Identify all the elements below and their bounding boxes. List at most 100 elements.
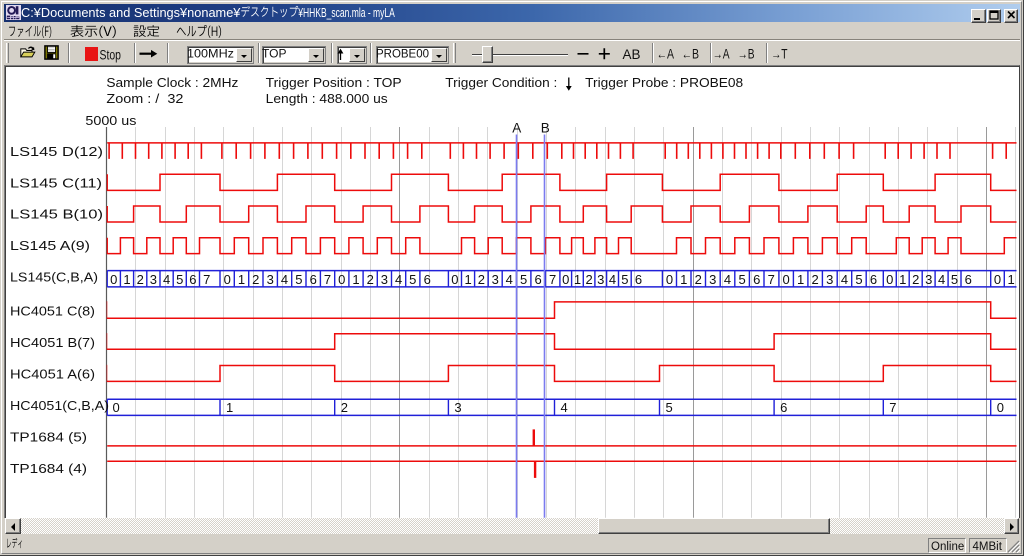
svg-text:0: 0 [994, 272, 1001, 287]
svg-text:→A: →A [713, 47, 730, 62]
svg-text:5: 5 [951, 272, 958, 287]
svg-text:1: 1 [899, 272, 906, 287]
svg-text:1: 1 [797, 272, 804, 287]
svg-text:LS145 D(12): LS145 D(12) [10, 144, 103, 159]
svg-text:5: 5 [295, 272, 302, 287]
svg-text:Online: Online [931, 541, 964, 553]
svg-text:1: 1 [680, 272, 687, 287]
svg-text:4: 4 [395, 272, 402, 287]
svg-text:2: 2 [367, 272, 374, 287]
svg-text:←B: ←B [682, 47, 700, 62]
svg-text:LS145 B(10): LS145 B(10) [10, 207, 103, 222]
svg-text:1: 1 [238, 272, 245, 287]
svg-text:4: 4 [506, 272, 513, 287]
svg-text:7: 7 [549, 272, 556, 287]
svg-text:Zoom : / 32: Zoom : / 32 [106, 91, 183, 106]
svg-text:LS145 A(9): LS145 A(9) [10, 238, 90, 253]
svg-text:AB: AB [623, 47, 641, 62]
svg-text:A: A [512, 121, 521, 136]
svg-text:5: 5 [621, 272, 628, 287]
svg-text:0: 0 [666, 272, 673, 287]
svg-text:4: 4 [724, 272, 731, 287]
svg-text:6: 6 [753, 272, 760, 287]
svg-text:5: 5 [520, 272, 527, 287]
svg-text:2: 2 [341, 400, 348, 415]
svg-text:5: 5 [176, 272, 183, 287]
svg-text:1: 1 [1007, 272, 1014, 287]
svg-text:7: 7 [324, 272, 331, 287]
svg-text:LS145 C(11): LS145 C(11) [10, 175, 102, 190]
svg-text:2: 2 [811, 272, 818, 287]
svg-text:2: 2 [912, 272, 919, 287]
svg-text:3: 3 [925, 272, 932, 287]
svg-text:6: 6 [534, 272, 541, 287]
svg-text:7: 7 [889, 400, 896, 415]
svg-text:5: 5 [666, 400, 673, 415]
svg-text:¥HHKB_scan.mla - myLA: ¥HHKB_scan.mla - myLA [298, 6, 396, 20]
svg-text:TP1684 (4): TP1684 (4) [10, 461, 87, 476]
svg-text:1: 1 [123, 272, 130, 287]
svg-text:Sample Clock : 2MHz: Sample Clock : 2MHz [106, 75, 238, 90]
svg-text:Length : 488.000 us: Length : 488.000 us [266, 91, 389, 106]
svg-text:3: 3 [381, 272, 388, 287]
svg-text:4: 4 [938, 272, 945, 287]
svg-text:7: 7 [203, 272, 210, 287]
svg-text:4MBit: 4MBit [973, 541, 1003, 553]
svg-text:2: 2 [585, 272, 592, 287]
svg-text:6: 6 [965, 272, 972, 287]
svg-text:0: 0 [451, 272, 458, 287]
svg-text:4: 4 [281, 272, 288, 287]
svg-text:PROBE00: PROBE00 [376, 47, 429, 61]
svg-text:3: 3 [597, 272, 604, 287]
svg-text:2: 2 [137, 272, 144, 287]
svg-text:3: 3 [492, 272, 499, 287]
svg-text:0: 0 [997, 400, 1004, 415]
svg-text:0: 0 [110, 272, 117, 287]
svg-text:TOP: TOP [262, 47, 286, 61]
svg-text:100MHz: 100MHz [187, 47, 234, 61]
svg-text:B: B [541, 121, 550, 136]
svg-text:3: 3 [454, 400, 461, 415]
svg-text:0: 0 [562, 272, 569, 287]
svg-text:5000 us: 5000 us [85, 113, 137, 128]
svg-text:1: 1 [226, 400, 233, 415]
svg-text:←A: ←A [657, 47, 675, 62]
svg-text:→T: →T [771, 47, 788, 62]
svg-text:0: 0 [224, 272, 231, 287]
svg-text:7: 7 [768, 272, 775, 287]
svg-text:5: 5 [855, 272, 862, 287]
svg-text:3: 3 [709, 272, 716, 287]
svg-text:HC4051(C,B,A): HC4051(C,B,A) [10, 398, 109, 413]
svg-text:2: 2 [252, 272, 259, 287]
svg-text:0: 0 [886, 272, 893, 287]
svg-text:TP1684 (5): TP1684 (5) [10, 429, 87, 444]
svg-text:3: 3 [267, 272, 274, 287]
svg-text:6: 6 [635, 272, 642, 287]
svg-text:0: 0 [338, 272, 345, 287]
svg-text:HC4051 C(8): HC4051 C(8) [10, 304, 95, 319]
svg-text:HC4051 B(7): HC4051 B(7) [10, 335, 95, 350]
svg-text:C:¥Documents and Settings¥nona: C:¥Documents and Settings¥noname¥ [21, 6, 240, 20]
svg-text:Trigger Position : TOP: Trigger Position : TOP [266, 75, 402, 90]
svg-text:6: 6 [310, 272, 317, 287]
svg-text:→B: →B [738, 47, 755, 62]
svg-text:4: 4 [841, 272, 848, 287]
svg-text:4: 4 [163, 272, 170, 287]
svg-text:6: 6 [189, 272, 196, 287]
svg-text:3: 3 [826, 272, 833, 287]
svg-text:1: 1 [464, 272, 471, 287]
svg-text:Trigger Condition :: Trigger Condition : [445, 75, 557, 90]
svg-text:6: 6 [424, 272, 431, 287]
svg-text:6: 6 [870, 272, 877, 287]
svg-text:2: 2 [695, 272, 702, 287]
svg-text:4: 4 [561, 400, 568, 415]
svg-text:2: 2 [478, 272, 485, 287]
svg-text:5: 5 [409, 272, 416, 287]
svg-text:3: 3 [150, 272, 157, 287]
svg-text:1: 1 [352, 272, 359, 287]
svg-text:5: 5 [738, 272, 745, 287]
svg-text:Trigger Probe : PROBE08: Trigger Probe : PROBE08 [585, 75, 743, 90]
svg-text:6: 6 [780, 400, 787, 415]
svg-text:1: 1 [574, 272, 581, 287]
svg-text:4: 4 [609, 272, 616, 287]
